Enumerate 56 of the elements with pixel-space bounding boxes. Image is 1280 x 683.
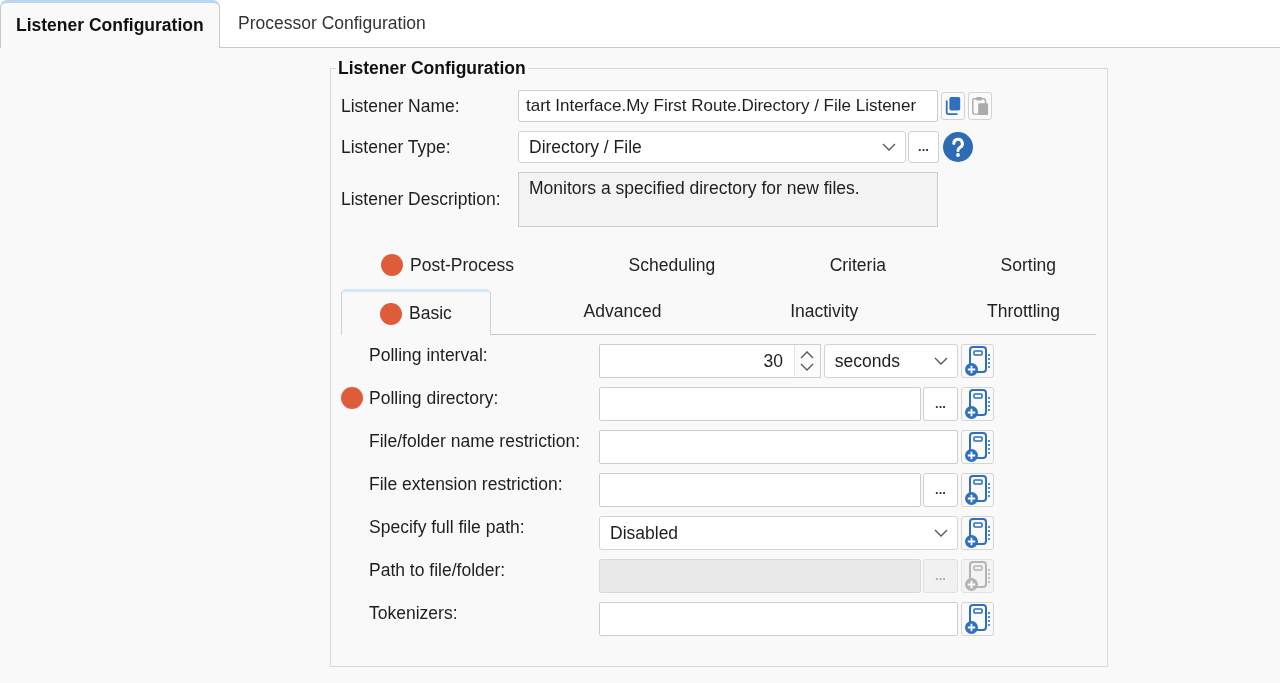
- input-field[interactable]: [599, 602, 958, 636]
- document-plus-icon: [964, 346, 991, 376]
- field-label: File extension restriction:: [369, 473, 563, 495]
- field-label: Tokenizers:: [369, 602, 458, 624]
- field-label: Specify full file path:: [369, 516, 525, 538]
- insert-button[interactable]: [961, 430, 994, 464]
- browse-button[interactable]: ...: [923, 473, 958, 507]
- field-label: Path to file/folder:: [369, 559, 506, 581]
- field-label: Listener Name:: [341, 95, 461, 117]
- clipboard-icon: [971, 96, 989, 116]
- tab[interactable]: Criteria: [789, 249, 927, 281]
- dropdown[interactable]: Disabled: [599, 516, 958, 550]
- insert-button[interactable]: [961, 602, 994, 636]
- spin-button[interactable]: [794, 344, 821, 378]
- field-label: Listener Description:: [341, 189, 502, 210]
- insert-button[interactable]: [961, 473, 994, 507]
- tab[interactable]: Throttling: [951, 289, 1096, 334]
- tab[interactable]: Basic: [341, 289, 491, 335]
- input-field[interactable]: [599, 473, 921, 507]
- insert-button[interactable]: [961, 344, 994, 378]
- text-field[interactable]: tart Interface.My First Route.Directory / File Listener: [518, 90, 938, 122]
- field-label: File/folder name restriction:: [369, 430, 581, 452]
- browse-button[interactable]: ...: [923, 387, 958, 421]
- copy-button[interactable]: [941, 92, 965, 120]
- tab[interactable]: Listener Configuration: [0, 0, 220, 48]
- field-label: Listener Type:: [341, 136, 452, 158]
- chevron-down-icon: [882, 143, 896, 151]
- input-field[interactable]: [599, 430, 958, 464]
- document-plus-icon: [964, 432, 991, 462]
- document-plus-icon: [964, 389, 991, 419]
- number-field[interactable]: 30: [599, 344, 794, 378]
- tab[interactable]: Advanced: [547, 289, 698, 334]
- chevron-down-icon: [934, 357, 948, 365]
- description-field: Monitors a specified directory for new files.: [518, 172, 938, 227]
- tab[interactable]: Scheduling: [588, 249, 756, 281]
- up-down-chevron-icon: [800, 351, 815, 371]
- group-title: Listener Configuration: [337, 58, 527, 79]
- browse-button[interactable]: ...: [908, 131, 939, 163]
- tab[interactable]: Processor Configuration: [220, 0, 444, 48]
- field-label: Polling interval:: [369, 344, 488, 366]
- insert-button[interactable]: [961, 387, 994, 421]
- help-icon[interactable]: [943, 132, 973, 162]
- input-field[interactable]: [599, 387, 921, 421]
- dropdown[interactable]: Directory / File: [518, 131, 906, 163]
- dropdown[interactable]: seconds: [823, 344, 958, 378]
- document-plus-icon: [964, 518, 991, 548]
- field-label: Polling directory:: [369, 387, 499, 409]
- tab[interactable]: Sorting: [960, 249, 1096, 281]
- document-plus-icon: [964, 475, 991, 505]
- tab[interactable]: Post-Process: [341, 249, 555, 281]
- tab[interactable]: Inactivity: [754, 289, 895, 334]
- document-plus-icon: [964, 561, 991, 591]
- insert-button[interactable]: [961, 516, 994, 550]
- document-plus-icon: [964, 604, 991, 634]
- chevron-down-icon: [934, 529, 948, 537]
- copy-icon: [944, 96, 962, 116]
